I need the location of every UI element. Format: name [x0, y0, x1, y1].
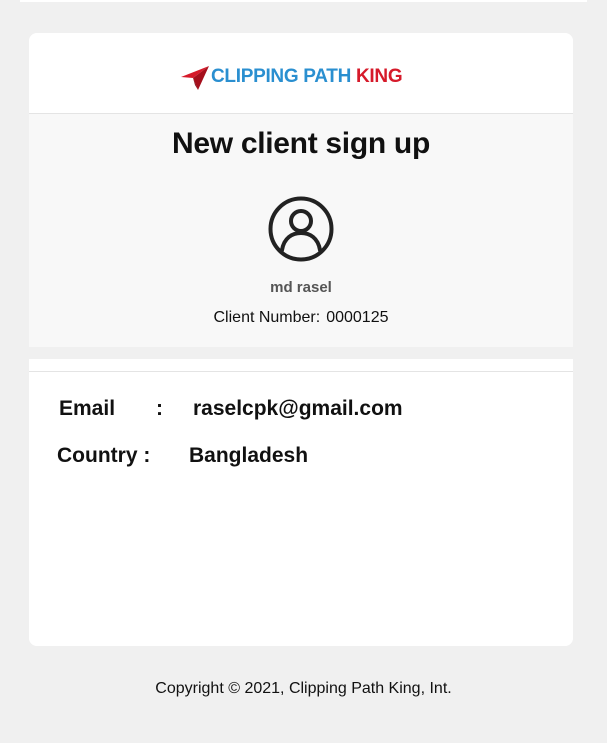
client-number-row: Client Number: 0000125 [29, 309, 573, 327]
section-divider [29, 347, 573, 359]
brand-logo: CLIPPING PATH KING [181, 61, 403, 93]
footer-copyright: Copyright © 2021, Clipping Path King, In… [155, 680, 452, 697]
client-number-value: 0000125 [326, 309, 389, 326]
brand-name-part2: KING [356, 66, 403, 87]
signup-card: CLIPPING PATH KING New client sign up md… [29, 33, 573, 646]
paper-plane-logo-icon [181, 66, 209, 90]
top-bar [20, 0, 587, 2]
logo-header: CLIPPING PATH KING [29, 33, 573, 114]
page-title: New client sign up [172, 127, 430, 160]
country-value: Bangladesh [189, 444, 309, 467]
country-label: Country : [57, 444, 151, 467]
email-colon: : [156, 397, 163, 420]
email-label: Email [59, 397, 116, 420]
brand-name: CLIPPING PATH KING [211, 66, 403, 88]
email-value[interactable]: raselcpk@gmail.com [193, 397, 403, 421]
client-number-label: Client Number: [213, 309, 321, 326]
client-name: md rasel [270, 279, 332, 296]
brand-name-part1: CLIPPING PATH [211, 66, 356, 87]
user-avatar-icon [268, 196, 334, 262]
